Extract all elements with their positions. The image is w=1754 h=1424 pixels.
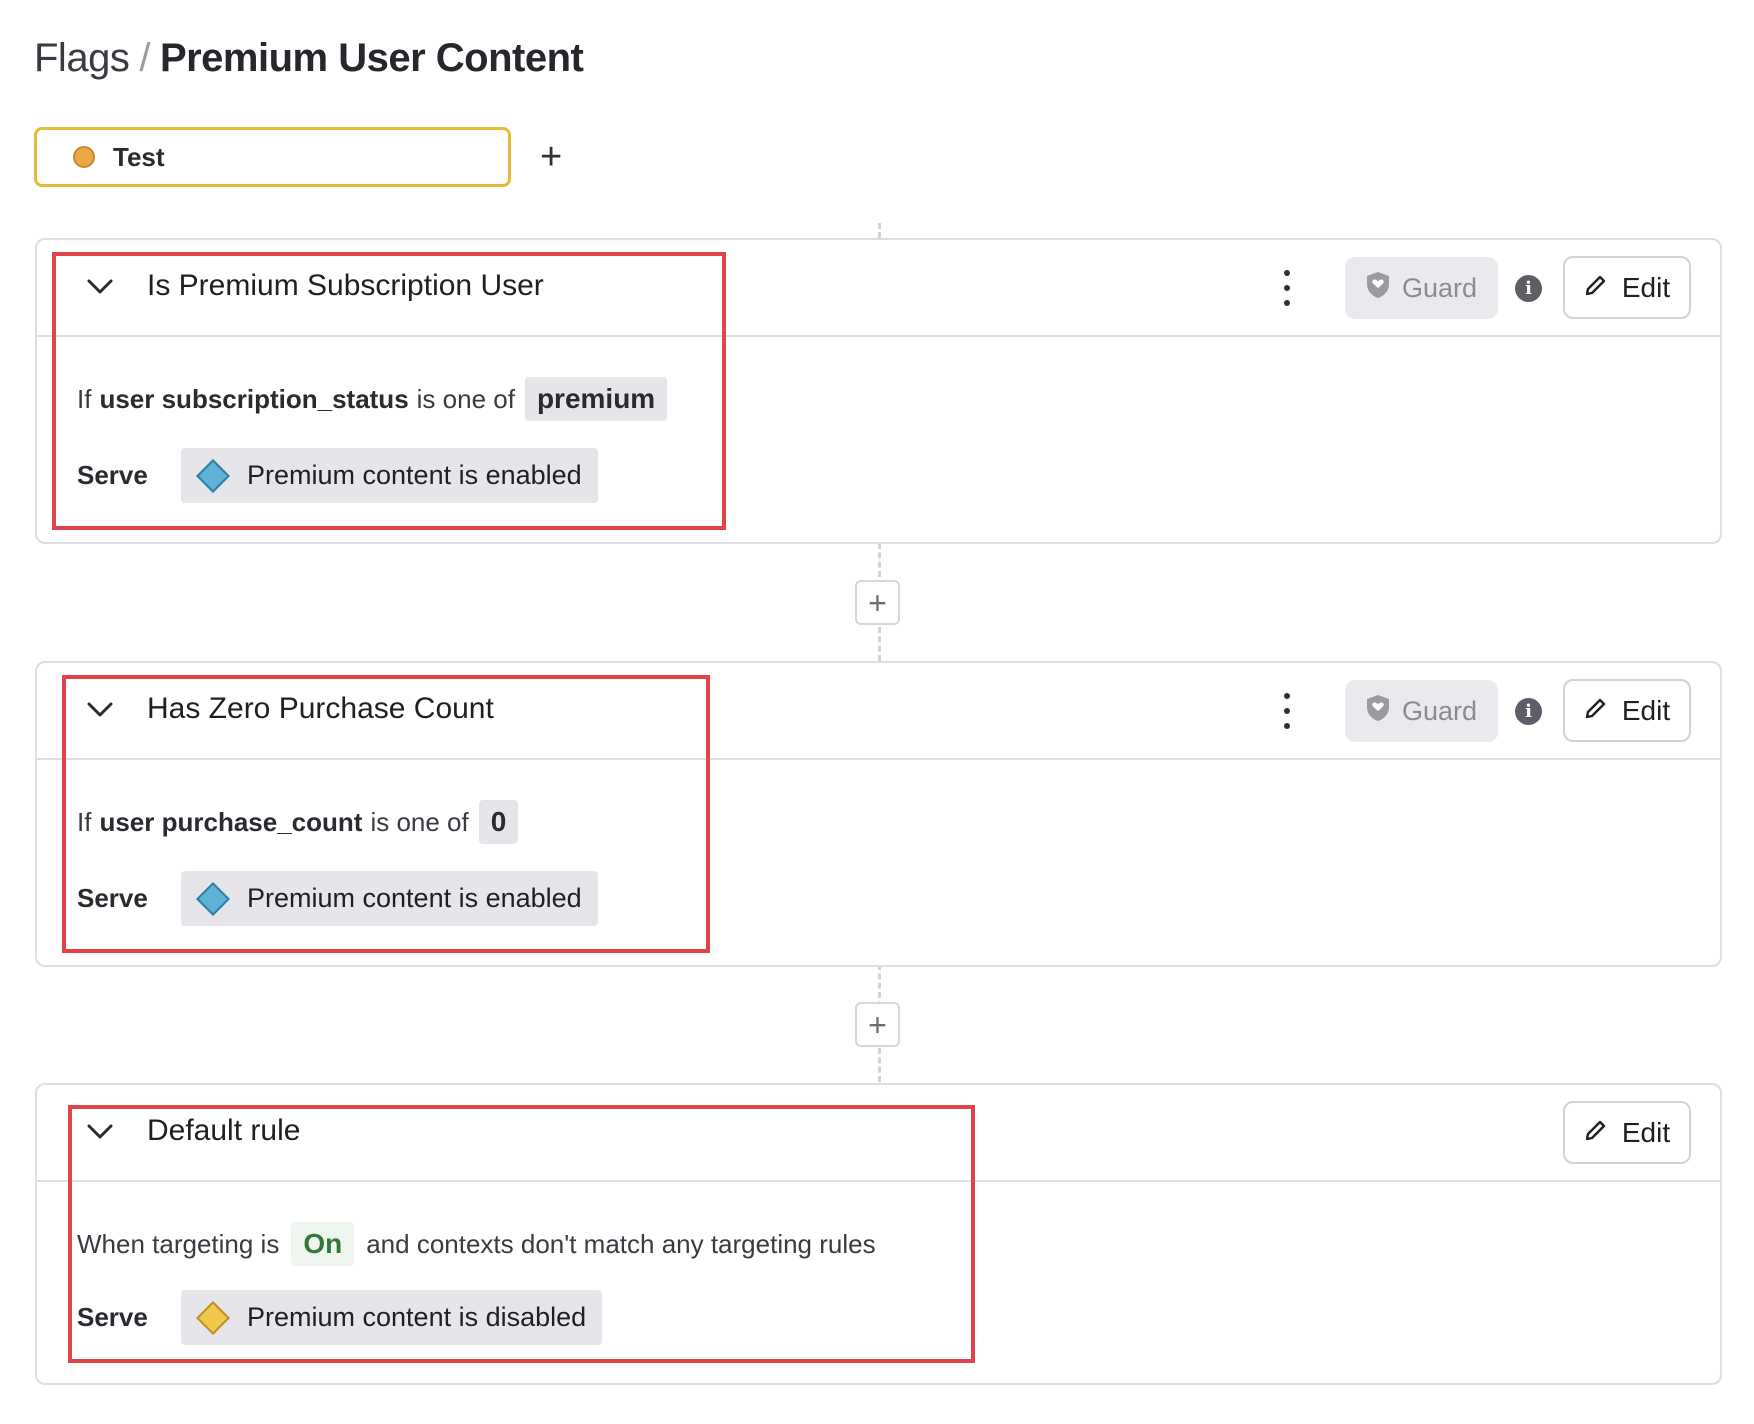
targeting-state-badge: On xyxy=(291,1222,355,1266)
breadcrumb-separator: / xyxy=(139,36,150,80)
serve-label: Serve xyxy=(77,1302,148,1332)
condition-operator: is one of xyxy=(416,383,515,414)
default-rule-description: When targeting is On and contexts don't … xyxy=(77,1222,876,1266)
rule-card-zero-purchase: Has Zero Purchase Count Guard i Edit If … xyxy=(35,661,1722,967)
edit-button[interactable]: Edit xyxy=(1563,1101,1691,1164)
add-rule-button[interactable]: + xyxy=(855,1002,900,1047)
environment-label: Test xyxy=(113,141,165,172)
rule-header: Has Zero Purchase Count Guard i Edit xyxy=(37,663,1720,760)
condition-operator: is one of xyxy=(370,806,469,837)
rule-title: Has Zero Purchase Count xyxy=(147,692,494,725)
variation-label: Premium content is enabled xyxy=(247,883,582,913)
guard-button[interactable]: Guard xyxy=(1345,257,1498,319)
rule-condition: If user purchase_count is one of 0 xyxy=(77,800,519,844)
add-environment-button[interactable]: + xyxy=(540,138,562,176)
diamond-variation-icon xyxy=(196,881,230,916)
shield-icon xyxy=(1366,271,1390,306)
variation-label: Premium content is enabled xyxy=(247,460,582,490)
pencil-icon xyxy=(1584,695,1608,727)
chevron-down-icon[interactable] xyxy=(85,695,115,725)
serve-label: Serve xyxy=(77,460,148,490)
chevron-down-icon[interactable] xyxy=(85,1117,115,1147)
rule-serve: Serve Premium content is disabled xyxy=(77,1290,603,1345)
guard-label: Guard xyxy=(1401,695,1478,726)
info-icon[interactable]: i xyxy=(1515,698,1542,725)
rule-title: Is Premium Subscription User xyxy=(147,269,544,302)
default-text-after: and contexts don't match any targeting r… xyxy=(366,1228,876,1259)
condition-value-chip: 0 xyxy=(478,800,519,844)
condition-prefix: If xyxy=(77,383,92,414)
condition-attribute: user subscription_status xyxy=(99,383,409,414)
rule-serve: Serve Premium content is enabled xyxy=(77,448,598,503)
edit-button[interactable]: Edit xyxy=(1563,256,1691,319)
edit-button[interactable]: Edit xyxy=(1563,679,1691,742)
diamond-variation-icon xyxy=(196,458,230,493)
edit-label: Edit xyxy=(1621,1116,1671,1148)
rule-title: Default rule xyxy=(147,1114,301,1147)
condition-prefix: If xyxy=(77,806,92,837)
guard-label: Guard xyxy=(1401,272,1478,303)
pencil-icon xyxy=(1584,272,1608,304)
serve-label: Serve xyxy=(77,883,148,913)
environment-tab-test[interactable]: Test xyxy=(34,127,511,187)
rule-condition: If user subscription_status is one of pr… xyxy=(77,377,668,421)
info-icon[interactable]: i xyxy=(1515,275,1542,302)
edit-label: Edit xyxy=(1621,271,1671,303)
add-rule-button[interactable]: + xyxy=(855,580,900,625)
rule-header: Is Premium Subscription User Guard i Edi… xyxy=(37,240,1720,337)
chevron-down-icon[interactable] xyxy=(85,272,115,302)
variation-label: Premium content is disabled xyxy=(247,1302,587,1332)
variation-chip: Premium content is disabled xyxy=(181,1290,603,1345)
more-options-icon[interactable] xyxy=(1277,693,1297,729)
edit-label: Edit xyxy=(1621,694,1671,726)
default-text-before: When targeting is xyxy=(77,1228,280,1259)
condition-value-chip: premium xyxy=(524,377,668,421)
more-options-icon[interactable] xyxy=(1277,270,1297,306)
page-title: Premium User Content xyxy=(159,36,584,80)
guard-button[interactable]: Guard xyxy=(1345,680,1498,742)
pencil-icon xyxy=(1584,1117,1608,1149)
diamond-variation-icon xyxy=(196,1300,230,1335)
breadcrumb: Flags / Premium User Content xyxy=(34,36,584,81)
rule-header: Default rule Edit xyxy=(37,1085,1720,1182)
shield-icon xyxy=(1366,694,1390,729)
default-rule-card: Default rule Edit When targeting is On a… xyxy=(35,1083,1722,1385)
environment-color-dot xyxy=(73,146,95,168)
variation-chip: Premium content is enabled xyxy=(181,448,598,503)
rule-card-premium-subscription: Is Premium Subscription User Guard i Edi… xyxy=(35,238,1722,544)
variation-chip: Premium content is enabled xyxy=(181,871,598,926)
breadcrumb-flags-link[interactable]: Flags xyxy=(34,36,130,81)
condition-attribute: user purchase_count xyxy=(99,806,363,837)
rule-serve: Serve Premium content is enabled xyxy=(77,871,598,926)
